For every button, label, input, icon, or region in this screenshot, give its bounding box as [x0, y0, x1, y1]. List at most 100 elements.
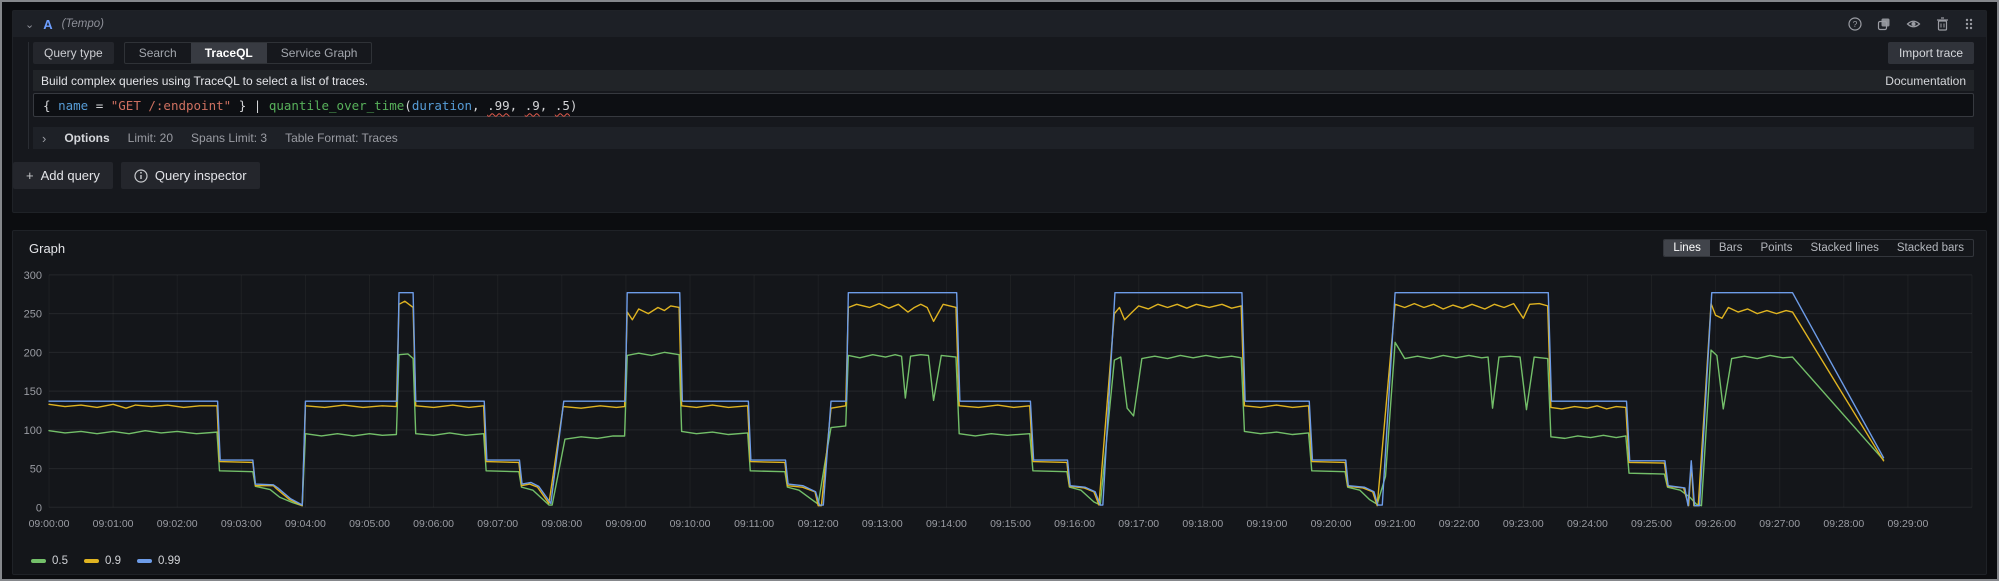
x-axis-tick-label: 09:04:00 — [285, 519, 326, 530]
legend-dash-icon — [137, 559, 152, 563]
query-inspector-button[interactable]: Query inspector — [120, 162, 260, 189]
duplicate-query-icon[interactable] — [1877, 17, 1891, 31]
mode-option-lines[interactable]: Lines — [1664, 240, 1710, 256]
import-trace-button[interactable]: Import trace — [1887, 42, 1974, 64]
legend-dash-icon — [84, 559, 99, 563]
y-axis-tick-label: 300 — [24, 270, 42, 282]
x-axis-tick-label: 09:06:00 — [413, 519, 454, 530]
code-token-plain: , — [539, 97, 555, 113]
info-circle-icon — [134, 168, 148, 183]
x-axis-tick-label: 09:29:00 — [1887, 519, 1928, 530]
code-token-plain: { — [43, 97, 59, 113]
legend-label: 0.5 — [52, 555, 68, 567]
series-line-0.99 — [48, 291, 1885, 507]
x-axis-tick-label: 09:08:00 — [541, 519, 582, 530]
code-token-plain: , — [509, 97, 525, 113]
mode-option-stacked-lines[interactable]: Stacked lines — [1801, 240, 1887, 256]
hide-response-eye-icon[interactable] — [1906, 17, 1921, 31]
chart-canvas: 0 50 100 150 200 250 300 09:00:00 09:01:00 09:02:… — [24, 270, 1973, 530]
series-line-0.5 — [48, 341, 1885, 507]
x-axis-tick-label: 09:12:00 — [798, 519, 839, 530]
x-axis-tick-label: 09:05:00 — [349, 519, 390, 530]
mode-option-points[interactable]: Points — [1752, 240, 1802, 256]
x-axis-tick-label: 09:28:00 — [1823, 519, 1864, 530]
query-editor-panel: ⌄ A (Tempo) ? Query type Search TraceQL … — [12, 10, 1987, 213]
traceql-query-text: { name = "GET /:endpoint" } | quantile_o… — [43, 98, 577, 113]
legend-item-0.9[interactable]: 0.9 — [84, 555, 121, 567]
query-ref-id[interactable]: A — [43, 17, 52, 32]
query-row-header: ⌄ A (Tempo) ? — [13, 11, 1986, 37]
code-token-num: .99 — [487, 97, 510, 113]
x-axis-tick-label: 09:23:00 — [1503, 519, 1544, 530]
x-axis-tick-label: 09:13:00 — [862, 519, 903, 530]
traceql-info-bar: Build complex queries using TraceQL to s… — [33, 70, 1974, 91]
plus-icon: + — [26, 168, 34, 183]
y-axis-tick-label: 0 — [36, 502, 42, 514]
legend-label: 0.9 — [105, 555, 121, 567]
x-axis-tick-label: 09:07:00 — [477, 519, 518, 530]
mode-option-stacked-bars[interactable]: Stacked bars — [1888, 240, 1973, 256]
x-axis-tick-label: 09:25:00 — [1631, 519, 1672, 530]
x-axis-tick-label: 09:24:00 — [1567, 519, 1608, 530]
options-spans-limit: Spans Limit: 3 — [191, 131, 268, 145]
x-axis-tick-label: 09:19:00 — [1246, 519, 1287, 530]
legend-label: 0.99 — [158, 555, 181, 567]
query-type-row: Query type Search TraceQL Service Graph … — [33, 42, 1974, 64]
traceql-query-input[interactable]: { name = "GET /:endpoint" } | quantile_o… — [33, 93, 1974, 117]
code-token-num: .9 — [524, 97, 540, 113]
code-token-plain: | — [253, 97, 269, 113]
collapse-chevron-icon[interactable]: ⌄ — [25, 18, 34, 31]
x-axis-tick-label: 09:20:00 — [1311, 519, 1352, 530]
x-axis-tick-label: 09:27:00 — [1759, 519, 1800, 530]
tab-service-graph[interactable]: Service Graph — [267, 43, 372, 63]
time-series-chart[interactable]: 0 50 100 150 200 250 300 09:00:00 09:01:00 09:02:… — [19, 261, 1980, 551]
x-axis-tick-label: 09:18:00 — [1182, 519, 1223, 530]
x-axis-tick-label: 09:26:00 — [1695, 519, 1736, 530]
options-chevron-right-icon[interactable]: › — [42, 131, 46, 146]
legend-item-0.5[interactable]: 0.5 — [31, 555, 68, 567]
options-toggle-label[interactable]: Options — [64, 131, 109, 145]
code-token-num: .5 — [554, 97, 570, 113]
series-line-0.9 — [48, 300, 1885, 507]
code-token-plain: ) — [569, 97, 578, 113]
datasource-label: (Tempo) — [61, 18, 105, 30]
mode-option-bars[interactable]: Bars — [1710, 240, 1752, 256]
code-token-ident: duration — [411, 97, 473, 113]
x-axis-tick-label: 09:02:00 — [157, 519, 198, 530]
add-query-button[interactable]: + Add query — [13, 162, 113, 189]
legend-dash-icon — [31, 559, 46, 563]
svg-text:?: ? — [1853, 19, 1858, 29]
graph-panel: Graph Lines Bars Points Stacked lines Stacke… — [12, 230, 1987, 575]
help-icon[interactable]: ? — [1848, 17, 1862, 31]
tab-search[interactable]: Search — [125, 43, 191, 63]
graph-panel-header: Graph Lines Bars Points Stacked lines Stacke… — [19, 231, 1980, 261]
tab-traceql[interactable]: TraceQL — [190, 43, 267, 63]
legend-item-0.99[interactable]: 0.99 — [137, 555, 180, 567]
x-axis-tick-label: 09:11:00 — [734, 519, 774, 530]
query-type-label: Query type — [33, 42, 114, 64]
query-editor-rows: Query type Search TraceQL Service Graph … — [28, 42, 1974, 149]
x-axis-tick-label: 09:01:00 — [93, 519, 134, 530]
x-axis-tick-label: 09:14:00 — [926, 519, 967, 530]
y-axis-tick-label: 100 — [24, 425, 42, 437]
x-axis-tick-label: 09:15:00 — [990, 519, 1031, 530]
remove-query-trash-icon[interactable] — [1936, 17, 1949, 31]
options-row: › Options Limit: 20 Spans Limit: 3 Table… — [33, 127, 1974, 149]
y-axis-tick-label: 200 — [24, 347, 42, 359]
query-actions-row: + Add query Query inspector — [13, 162, 1986, 189]
graph-panel-title: Graph — [29, 240, 66, 256]
documentation-link[interactable]: Documentation — [1885, 74, 1966, 88]
chart-legend: 0.5 0.9 0.99 — [19, 551, 1980, 571]
query-type-radio-group: Search TraceQL Service Graph — [123, 42, 373, 64]
code-token-plain: } — [231, 97, 254, 113]
code-token-string: "GET /:endpoint" — [110, 97, 232, 113]
x-axis-tick-label: 09:21:00 — [1375, 519, 1416, 530]
traceql-info-text: Build complex queries using TraceQL to s… — [41, 73, 369, 88]
x-axis-tick-label: 09:16:00 — [1054, 519, 1095, 530]
drag-handle-icon[interactable] — [1964, 17, 1974, 31]
x-axis-tick-label: 09:03:00 — [221, 519, 262, 530]
x-axis-tick-label: 09:17:00 — [1118, 519, 1159, 530]
options-limit: Limit: 20 — [127, 131, 174, 145]
x-axis-tick-label: 09:22:00 — [1439, 519, 1480, 530]
y-axis-tick-label: 50 — [30, 464, 42, 476]
